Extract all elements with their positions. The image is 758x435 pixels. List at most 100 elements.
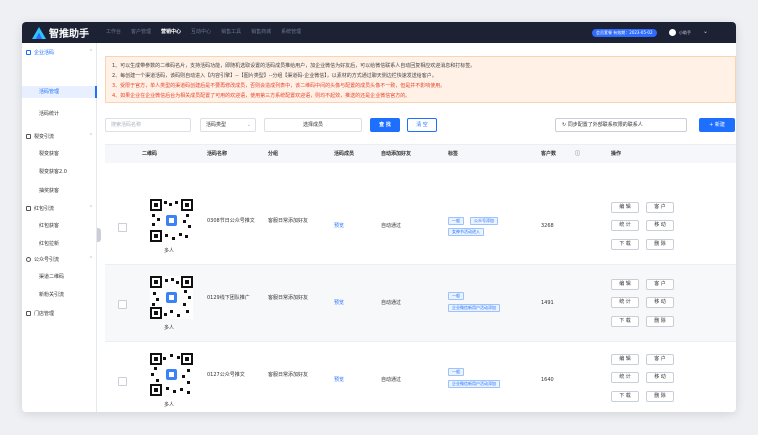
sidebar-section-store[interactable]: 门店管理 (26, 308, 97, 318)
customer-count: 1491 (541, 300, 554, 306)
th-qrcode: 二维码 (142, 151, 158, 157)
members-preview-link[interactable]: 预览 (334, 222, 344, 230)
username[interactable]: 小助手 (679, 30, 691, 36)
move-button[interactable]: 移 动 (646, 297, 674, 308)
table-row: 多人 0127公众号推文 客服日常添加好友 预览 自动通过 一般 企业微信新用户… (105, 342, 736, 412)
top-nav: 工作台 客户管理 营销中心 互动中心 销售工具 销售商城 系统管理 (106, 22, 311, 43)
download-button[interactable]: 下 载 (611, 391, 639, 402)
delete-button[interactable]: 删 除 (646, 316, 674, 327)
sidebar-section-live-code[interactable]: 企业活码 ⌃ (26, 47, 97, 57)
sidebar-collapse-handle[interactable] (97, 228, 101, 242)
qr-caption: 多人 (164, 325, 175, 331)
topnav-sales-tools[interactable]: 销售工具 (221, 22, 241, 43)
tag: 企业微信新用户活动添加 (448, 304, 500, 312)
sidebar-item-redpacket[interactable]: 红包获客 (39, 221, 59, 231)
move-button[interactable]: 移 动 (646, 220, 674, 231)
customers-button[interactable]: 客 户 (646, 354, 674, 365)
redpacket-icon (26, 205, 31, 211)
row-checkbox[interactable] (118, 377, 127, 386)
sidebar-section-fission[interactable]: 裂变引流 ⌃ (26, 131, 97, 141)
search-input[interactable]: 搜索活码名称 (105, 118, 191, 132)
avatar[interactable] (669, 29, 676, 36)
topnav-mall[interactable]: 销售商城 (251, 22, 271, 43)
notice-panel: 1、可以生成带参数的二维码名片，支持活码功能，即随机选取设置的活码成员推给用户，… (105, 56, 736, 103)
customers-button[interactable]: 客 户 (646, 202, 674, 213)
sidebar-item-code-manage[interactable]: 活码管理 (39, 87, 59, 97)
chevron-up-icon: ⌃ (88, 133, 93, 139)
sidebar-section-redpacket[interactable]: 红包引流 ⌃ (26, 203, 97, 213)
members-preview-link[interactable]: 预览 (334, 376, 344, 384)
topnav-system[interactable]: 系统管理 (281, 22, 301, 43)
sidebar-section-official-account[interactable]: 公众号引流 ⌃ (26, 254, 97, 264)
sidebar-item-code-stats[interactable]: 活码统计 (39, 109, 59, 119)
chevron-down-icon: ⌄ (246, 122, 251, 128)
qrcode-image[interactable] (150, 199, 193, 242)
chevron-up-icon: ⌃ (88, 49, 93, 55)
app-name: 智推助手 (49, 29, 89, 40)
delete-button[interactable]: 删 除 (646, 239, 674, 250)
type-select[interactable]: 活码类型 ⌄ (200, 118, 256, 132)
sidebar-item-channel-qr[interactable]: 渠道二维码 (39, 272, 64, 282)
stats-button[interactable]: 统 计 (611, 297, 639, 308)
row-checkbox[interactable] (118, 300, 127, 309)
topnav-customers[interactable]: 客户管理 (131, 22, 151, 43)
official-account-icon (26, 256, 31, 262)
topnav-interaction[interactable]: 互动中心 (191, 22, 211, 43)
sidebar-item-fission2[interactable]: 裂变获客2.0 (39, 167, 67, 177)
tag: 一般 (448, 368, 464, 376)
sidebar-item-fission[interactable]: 裂变获客 (39, 149, 59, 159)
th-customers: 客户数 (541, 151, 557, 157)
members-preview-link[interactable]: 预览 (334, 299, 344, 307)
expiry-badge[interactable]: 会员套餐 有效期：2023-05-02 (592, 29, 657, 37)
sidebar-active-highlight (22, 86, 97, 98)
sync-contacts-button[interactable]: ↻ 同步配置了外部联系权限的联系人 (555, 118, 687, 132)
qrcode-image[interactable] (150, 276, 193, 319)
qrcode-image[interactable] (150, 353, 193, 396)
customers-button[interactable]: 客 户 (646, 279, 674, 290)
search-button[interactable]: 查 找 (370, 118, 400, 132)
code-group: 客服日常添加好友 (268, 295, 309, 301)
member-select[interactable]: 选择成员 (264, 118, 362, 132)
sidebar-section-label: 门店管理 (34, 310, 55, 317)
fission-icon (26, 133, 31, 139)
type-select-label: 活码类型 (206, 122, 227, 128)
sidebar-item-new-fans[interactable]: 新粉关引流 (39, 290, 64, 300)
th-members: 活码成员 (334, 151, 355, 157)
row-checkbox[interactable] (118, 223, 127, 232)
chevron-down-icon[interactable]: ⌄ (703, 28, 708, 35)
clear-button[interactable]: 清 空 (407, 118, 437, 132)
topnav-workbench[interactable]: 工作台 (106, 22, 121, 43)
edit-button[interactable]: 编 辑 (611, 279, 639, 290)
download-button[interactable]: 下 载 (611, 239, 639, 250)
auto-add-status: 自动通过 (381, 223, 402, 229)
help-icon[interactable]: ⓘ (575, 145, 580, 163)
chevron-up-icon: ⌃ (88, 256, 93, 262)
app-logo[interactable]: 智推助手 (32, 25, 89, 40)
edit-button[interactable]: 编 辑 (611, 354, 639, 365)
sidebar-section-label: 裂变引流 (34, 133, 55, 140)
delete-button[interactable]: 删 除 (646, 391, 674, 402)
sidebar-item-redpacket-new[interactable]: 红包拉新 (39, 239, 59, 249)
th-name: 活码名称 (207, 151, 228, 157)
tag: 一般 (448, 217, 464, 225)
download-button[interactable]: 下 载 (611, 316, 639, 327)
auto-add-status: 自动通过 (381, 300, 402, 306)
filter-toolbar: 搜索活码名称 活码类型 ⌄ 选择成员 查 找 清 空 ↻ 同步配置了外部联系权限… (105, 118, 736, 132)
chevron-up-icon: ⌃ (88, 205, 93, 211)
stats-button[interactable]: 统 计 (611, 372, 639, 383)
tag: 一般 (448, 292, 464, 300)
notice-line: 1、可以生成带参数的二维码名片，支持活码功能，即随机选取设置的活码成员推给用户，… (112, 63, 476, 69)
notice-line: 2、每创建一个渠道活码，该码则自动进入【内容引擎】--【图片类型】--分组【渠道… (112, 73, 437, 79)
move-button[interactable]: 移 动 (646, 372, 674, 383)
sidebar-item-lottery[interactable]: 抽奖获客 (39, 186, 59, 196)
edit-button[interactable]: 编 辑 (611, 202, 639, 213)
notice-line: 3、受限于官方，单人类型的渠道码创建后是不要再修改成员，否则会造成列表中，该二维… (112, 83, 446, 89)
code-group: 客服日常添加好友 (268, 218, 309, 224)
logo-icon (32, 26, 46, 39)
code-table: 二维码 活码名称 分组 活码成员 自动添加好友 标签 客户数 ⓘ 操作 多人 0… (105, 144, 736, 412)
tag: 企业微信新用户活动添加 (448, 380, 500, 388)
stats-button[interactable]: 统 计 (611, 220, 639, 231)
store-icon (26, 310, 31, 316)
topnav-marketing[interactable]: 营销中心 (161, 22, 181, 43)
new-button[interactable]: + 新建 (699, 118, 735, 132)
